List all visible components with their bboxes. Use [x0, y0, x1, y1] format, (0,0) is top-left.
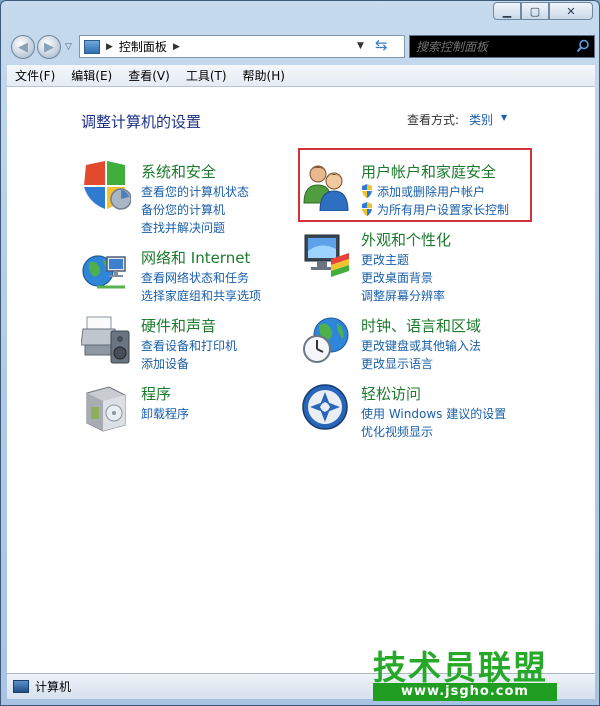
category-title[interactable]: 外观和个性化	[361, 229, 451, 250]
search-icon[interactable]	[576, 39, 590, 53]
breadcrumb-control-panel[interactable]: 控制面板	[119, 38, 167, 55]
menu-view[interactable]: 查看(V)	[120, 67, 178, 84]
link-label: 为所有用户设置家长控制	[377, 203, 510, 217]
recent-pages-dropdown-icon[interactable]: ▽	[65, 42, 72, 52]
menu-edit[interactable]: 编辑(E)	[63, 67, 120, 84]
search-box	[409, 35, 595, 58]
minimize-button[interactable]: ▁	[493, 2, 521, 20]
maximize-icon: ▢	[529, 4, 541, 18]
maximize-button[interactable]: ▢	[521, 2, 549, 20]
link-change-input-method[interactable]: 更改键盘或其他输入法	[361, 337, 481, 354]
programs-box-icon[interactable]	[81, 383, 131, 433]
appearance-monitor-icon[interactable]	[301, 229, 351, 279]
link-add-remove-accounts[interactable]: 添加或删除用户帐户	[361, 183, 485, 200]
uac-shield-icon	[362, 202, 372, 216]
link-screen-resolution[interactable]: 调整屏幕分辨率	[361, 287, 445, 304]
refresh-icon[interactable]: ⇆	[375, 36, 388, 54]
breadcrumb-chevron-icon[interactable]: ▶	[106, 42, 113, 52]
security-shield-icon[interactable]	[81, 161, 131, 211]
category-title[interactable]: 硬件和声音	[141, 315, 216, 336]
category-title[interactable]: 轻松访问	[361, 383, 421, 404]
control-panel-icon	[84, 39, 100, 54]
category-title[interactable]: 程序	[141, 383, 171, 404]
link-change-display-language[interactable]: 更改显示语言	[361, 355, 433, 372]
forward-arrow-icon: ▶	[44, 39, 54, 55]
link-parental-controls[interactable]: 为所有用户设置家长控制	[361, 201, 509, 218]
link-label: 添加或删除用户帐户	[377, 185, 486, 199]
page-title: 调整计算机的设置	[81, 113, 202, 131]
network-globe-icon[interactable]	[81, 247, 131, 297]
menu-file[interactable]: 文件(F)	[7, 67, 63, 84]
link-add-device[interactable]: 添加设备	[141, 355, 189, 372]
link-homegroup-sharing[interactable]: 选择家庭组和共享选项	[141, 287, 261, 304]
category-title[interactable]: 系统和安全	[141, 161, 216, 182]
link-optimize-display[interactable]: 优化视频显示	[361, 423, 433, 440]
link-troubleshoot[interactable]: 查找并解决问题	[141, 219, 225, 236]
window-frame: ▁ ▢ ✕ ◀ ▶ ▽ ▶ 控制面板 ▶ ▼ ⇆ 文件(F) 编辑(E) 查看(…	[0, 0, 600, 706]
address-dropdown-icon[interactable]: ▼	[357, 41, 364, 51]
status-text: 计算机	[35, 680, 72, 694]
close-button[interactable]: ✕	[549, 2, 593, 20]
link-view-computer-status[interactable]: 查看您的计算机状态	[141, 183, 249, 200]
minimize-icon: ▁	[502, 4, 512, 18]
uac-shield-icon	[362, 184, 372, 198]
view-by-chevron-down-icon[interactable]: ▼	[501, 113, 507, 122]
link-uninstall-program[interactable]: 卸载程序	[141, 405, 189, 422]
forward-button[interactable]: ▶	[37, 35, 61, 59]
caption-buttons: ▁ ▢ ✕	[493, 2, 593, 20]
link-backup-computer[interactable]: 备份您的计算机	[141, 201, 225, 218]
category-title[interactable]: 时钟、语言和区域	[361, 315, 481, 336]
title-bar[interactable]: ▁ ▢ ✕	[1, 1, 599, 29]
category-title[interactable]: 网络和 Internet	[141, 247, 250, 268]
menu-help[interactable]: 帮助(H)	[235, 67, 293, 84]
breadcrumb-chevron-icon[interactable]: ▶	[173, 42, 180, 52]
computer-icon	[13, 680, 29, 693]
link-windows-recommended-settings[interactable]: 使用 Windows 建议的设置	[361, 405, 506, 422]
category-title[interactable]: 用户帐户和家庭安全	[361, 161, 496, 182]
back-arrow-icon: ◀	[18, 39, 28, 55]
menu-bar: 文件(F) 编辑(E) 查看(V) 工具(T) 帮助(H)	[7, 65, 595, 87]
link-change-background[interactable]: 更改桌面背景	[361, 269, 433, 286]
view-by-dropdown[interactable]: 类别	[469, 111, 493, 128]
ease-of-access-icon[interactable]	[301, 383, 351, 433]
users-icon[interactable]	[301, 161, 351, 211]
watermark-title: 技术员联盟	[373, 648, 548, 687]
back-button[interactable]: ◀	[11, 35, 35, 59]
content-pane: 调整计算机的设置 查看方式: 类别 ▼ 系统和安全 查看您的计算机状态 备份您的…	[7, 87, 595, 673]
link-view-network-status[interactable]: 查看网络状态和任务	[141, 269, 249, 286]
watermark: 技术员联盟 www.jsgho.com	[373, 641, 559, 703]
navigation-row: ◀ ▶ ▽ ▶ 控制面板 ▶ ▼ ⇆	[7, 33, 595, 61]
printer-speaker-icon[interactable]	[81, 315, 131, 365]
clock-globe-icon[interactable]	[301, 315, 351, 365]
link-devices-printers[interactable]: 查看设备和打印机	[141, 337, 237, 354]
search-input[interactable]	[410, 37, 568, 56]
menu-tools[interactable]: 工具(T)	[178, 67, 235, 84]
watermark-url: www.jsgho.com	[373, 683, 557, 701]
link-change-theme[interactable]: 更改主题	[361, 251, 409, 268]
view-by-label: 查看方式:	[407, 113, 460, 127]
close-icon: ✕	[566, 4, 576, 18]
